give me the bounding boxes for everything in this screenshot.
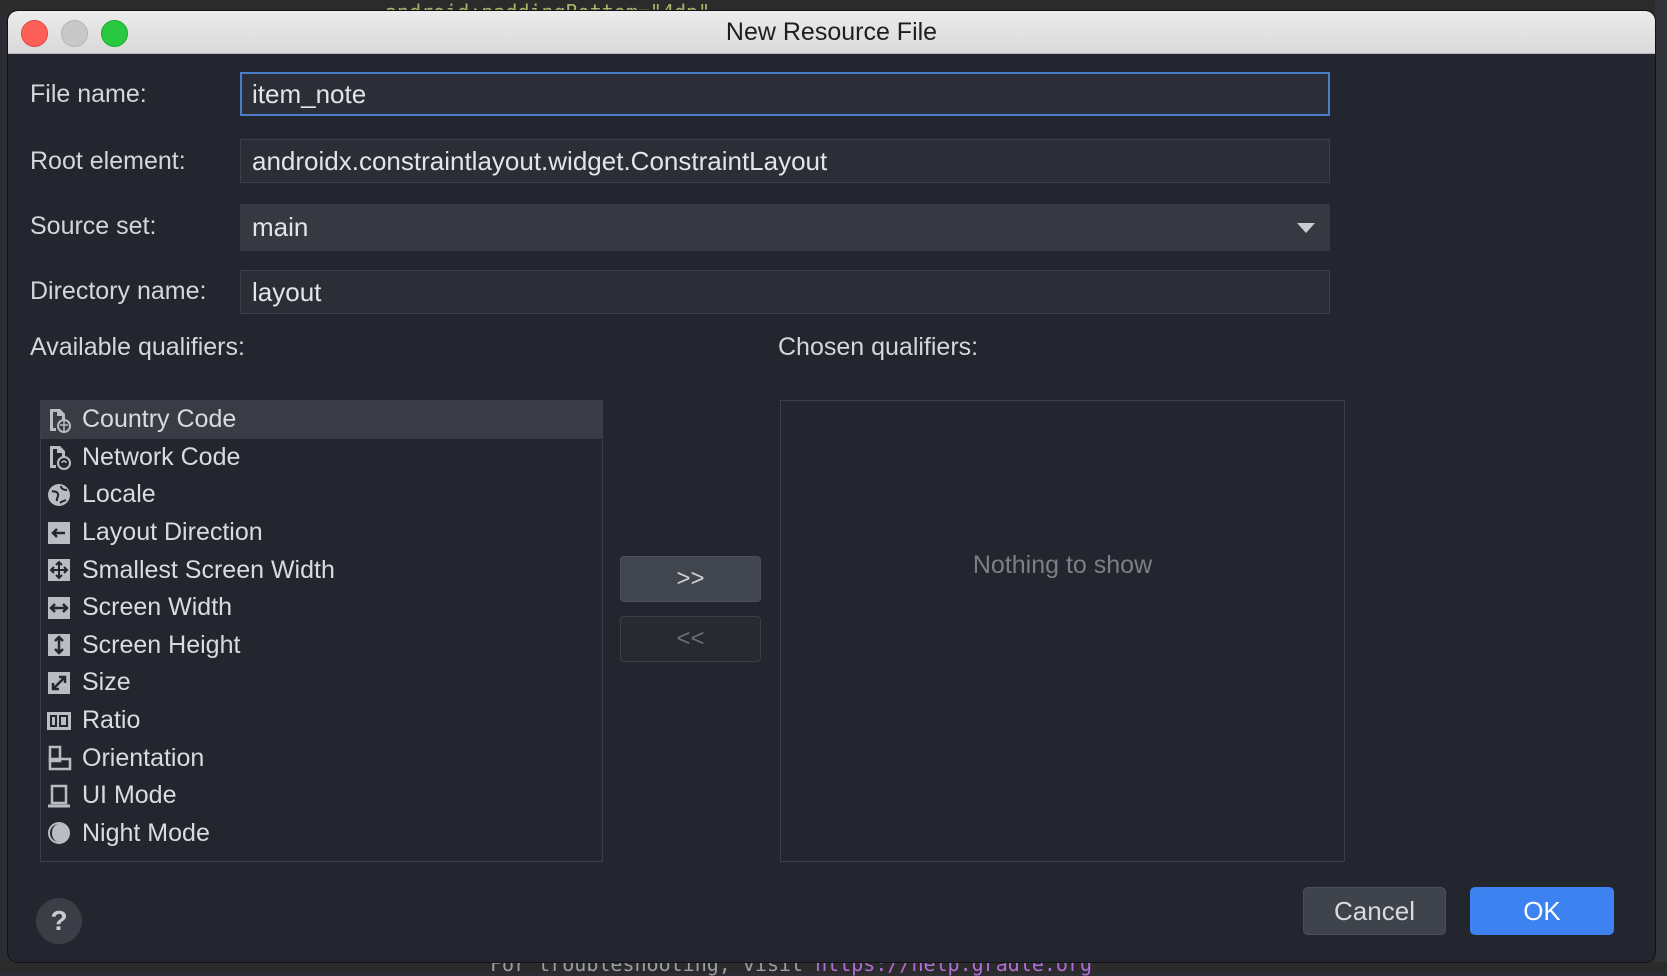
available-qualifiers-label: Available qualifiers:	[30, 333, 245, 361]
directory-name-input[interactable]: layout	[240, 270, 1330, 314]
qualifier-item-size[interactable]: Size	[41, 664, 602, 702]
qualifier-item-screen-width[interactable]: Screen Width	[41, 589, 602, 627]
title-bar: New Resource File	[8, 11, 1655, 54]
orientation-icon	[46, 745, 72, 771]
root-element-label: Root element:	[30, 147, 186, 175]
help-button[interactable]: ?	[36, 898, 82, 944]
root-element-input[interactable]: androidx.constraintlayout.widget.Constra…	[240, 139, 1330, 183]
cancel-button[interactable]: Cancel	[1303, 887, 1446, 935]
qualifier-label: UI Mode	[82, 781, 177, 810]
qualifier-label: Orientation	[82, 743, 205, 772]
size-icon	[46, 670, 72, 696]
file-name-input[interactable]: item_note	[240, 72, 1330, 116]
source-set-select[interactable]: main	[240, 204, 1330, 251]
dropdown-arrow-icon	[1297, 223, 1315, 233]
qualifier-item-ui-mode[interactable]: UI Mode	[41, 777, 602, 815]
qualifier-item-network-code[interactable]: Network Code	[41, 439, 602, 477]
editor-side-strip	[1655, 0, 1667, 973]
directory-name-label: Directory name:	[30, 277, 207, 305]
remove-qualifier-button[interactable]: <<	[620, 616, 761, 662]
network-code-icon	[46, 444, 72, 471]
qualifier-label: Screen Height	[82, 630, 241, 659]
screen-width-icon	[46, 595, 72, 621]
qualifier-label: Layout Direction	[82, 518, 263, 547]
chosen-qualifiers-list[interactable]: Nothing to show	[780, 400, 1345, 862]
source-set-label: Source set:	[30, 212, 157, 240]
qualifier-label: Ratio	[82, 706, 141, 735]
smallest-width-icon	[46, 557, 72, 583]
ui-mode-icon	[46, 783, 72, 809]
screen-height-icon	[46, 632, 72, 658]
qualifier-item-night-mode[interactable]: Night Mode	[41, 815, 602, 853]
qualifier-label: Smallest Screen Width	[82, 555, 335, 584]
qualifier-item-layout-direction[interactable]: Layout Direction	[41, 514, 602, 552]
night-mode-icon	[46, 820, 72, 846]
layout-direction-icon	[46, 520, 72, 546]
ratio-icon	[46, 708, 72, 734]
qualifier-item-smallest-screen-width[interactable]: Smallest Screen Width	[41, 551, 602, 589]
qualifier-item-ratio[interactable]: Ratio	[41, 702, 602, 740]
add-qualifier-button[interactable]: >>	[620, 556, 761, 602]
qualifier-label: Night Mode	[82, 818, 210, 847]
country-code-icon	[46, 407, 72, 433]
qualifier-label: Size	[82, 668, 131, 697]
qualifier-label: Screen Width	[82, 593, 233, 622]
dialog-title: New Resource File	[725, 18, 938, 46]
qualifier-item-screen-height[interactable]: Screen Height	[41, 627, 602, 665]
ok-button[interactable]: OK	[1470, 887, 1614, 935]
qualifier-label: Network Code	[82, 442, 241, 471]
file-name-label: File name:	[30, 80, 147, 108]
source-set-value: main	[252, 212, 309, 242]
qualifier-label: Country Code	[82, 405, 237, 434]
qualifier-item-locale[interactable]: Locale	[41, 476, 602, 514]
qualifier-item-orientation[interactable]: Orientation	[41, 739, 602, 777]
available-qualifiers-list[interactable]: Country Code Network Code Locale Layout Dir…	[40, 400, 603, 862]
qualifier-label: Locale	[82, 480, 156, 509]
empty-state-text: Nothing to show	[972, 551, 1153, 579]
globe-icon	[46, 482, 72, 508]
chosen-qualifiers-label: Chosen qualifiers:	[778, 333, 979, 361]
new-resource-file-dialog: New Resource File File name: item_note R…	[8, 11, 1655, 962]
qualifier-item-country-code[interactable]: Country Code	[41, 401, 602, 439]
